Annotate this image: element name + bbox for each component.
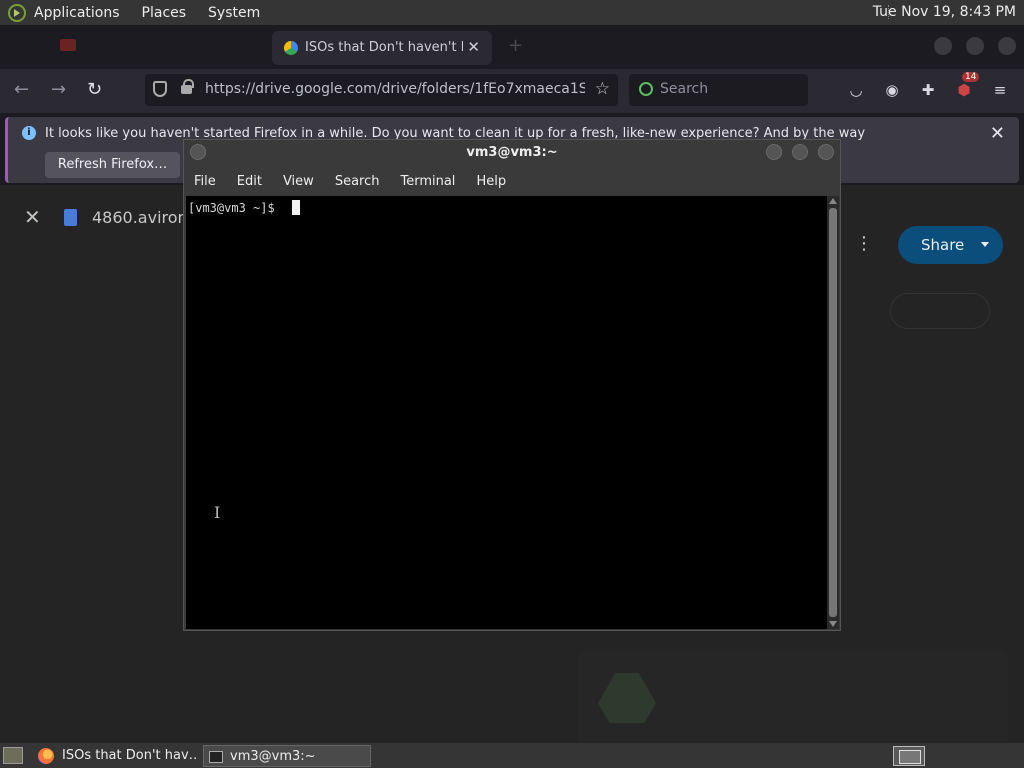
back-icon[interactable]: ← [14,79,29,100]
taskbar-item-terminal[interactable]: vm3@vm3:~ [203,745,371,767]
share-label: Share [921,236,965,254]
refresh-firefox-button[interactable]: Refresh Firefox… [45,152,180,178]
menu-help[interactable]: Help [476,174,506,189]
window-menu-icon[interactable] [190,144,206,160]
gmail-icon [60,39,76,51]
share-button[interactable]: Share [898,226,1003,264]
tab-gmail[interactable] [50,35,250,61]
preview-close-icon[interactable]: ✕ [24,205,41,229]
ublock-icon[interactable]: ⬢ [955,81,973,99]
lock-icon[interactable] [181,79,194,94]
minimize-icon[interactable] [766,144,782,160]
extensions-icon[interactable]: ✚ [919,81,937,99]
terminal-icon [209,751,223,763]
shell-prompt: [vm3@vm3 ~]$ [188,201,282,215]
tab-close-icon[interactable]: ✕ [467,38,480,56]
ublock-badge: 14 [962,72,980,82]
google-drive-logo-icon [598,673,656,723]
tab-bar: ISOs that Don't haven't bee ✕ + [0,25,1024,69]
workspace-switcher[interactable] [893,746,925,766]
ibeam-cursor-icon: I [214,503,221,522]
tab-drive-folder[interactable]: ISOs that Don't haven't bee ✕ [272,31,492,65]
scroll-down-icon[interactable] [829,621,837,627]
menu-places[interactable]: Places [142,5,187,21]
maximize-icon[interactable] [792,144,808,160]
hamburger-menu-icon[interactable]: ≡ [991,81,1009,99]
document-icon [64,209,77,226]
terminal-window: vm3@vm3:~ File Edit View Search Terminal… [183,139,841,631]
firefox-icon [38,748,54,764]
navigation-toolbar: ← → ↻ https://drive.google.com/drive/fol… [0,69,1024,113]
terminal-output[interactable]: [vm3@vm3 ~]$ [186,196,827,629]
terminal-scrollbar[interactable] [827,196,839,629]
account-icon[interactable]: ◉ [883,81,901,99]
tracking-protection-icon[interactable] [153,81,167,97]
search-placeholder: Search [660,81,709,97]
desktop: Applications Places System Tue Nov 19, 8… [0,0,1024,768]
url-bar[interactable]: https://drive.google.com/drive/folders/1… [145,74,618,106]
google-drive-favicon [284,41,298,55]
clock[interactable]: Tue Nov 19, 8:43 PM [873,4,1016,20]
menu-applications[interactable]: Applications [34,5,120,21]
menu-file[interactable]: File [194,174,216,189]
forward-icon[interactable]: → [51,79,66,100]
taskbar-label: vm3@vm3:~ [230,749,316,764]
bookmark-star-icon[interactable]: ☆ [595,79,610,99]
new-tab-icon[interactable]: + [508,35,523,56]
terminal-title: vm3@vm3:~ [466,145,558,160]
url-text[interactable]: https://drive.google.com/drive/folders/1… [205,81,585,97]
menu-system[interactable]: System [208,5,260,21]
preview-file-name: 4860.avirom [92,208,194,227]
scroll-up-icon[interactable] [829,198,837,204]
taskbar-item-firefox[interactable]: ISOs that Don't hav… [36,745,196,767]
top-panel: Applications Places System Tue Nov 19, 8… [0,0,1024,25]
share-dropdown-icon[interactable] [981,242,989,247]
menu-view[interactable]: View [283,174,314,189]
search-input[interactable]: Search [629,74,808,106]
applications-logo-icon[interactable] [8,3,26,22]
more-options-icon[interactable]: ⋮ [855,233,873,254]
terminal-titlebar[interactable]: vm3@vm3:~ [184,140,840,166]
menu-terminal[interactable]: Terminal [400,174,455,189]
minimize-icon[interactable] [934,37,952,55]
scrollbar-thumb[interactable] [829,208,837,617]
menu-edit[interactable]: Edit [237,174,262,189]
maximize-icon[interactable] [966,37,984,55]
tab-title: ISOs that Don't haven't bee [305,40,463,55]
menu-search[interactable]: Search [335,174,380,189]
close-icon[interactable] [818,144,834,160]
info-icon: i [22,126,36,140]
search-engine-icon [639,82,653,96]
view-toggle[interactable] [890,293,990,329]
notification-close-icon[interactable]: ✕ [990,123,1005,144]
reload-icon[interactable]: ↻ [87,79,102,100]
bottom-panel: ISOs that Don't hav… vm3@vm3:~ [0,743,1024,768]
taskbar-label: ISOs that Don't hav… [62,748,196,763]
show-desktop-icon[interactable] [3,747,23,764]
text-cursor [292,200,300,215]
terminal-menubar: File Edit View Search Terminal Help [184,166,840,196]
pocket-icon[interactable]: ◡ [847,81,865,99]
window-close-icon[interactable] [998,37,1016,55]
